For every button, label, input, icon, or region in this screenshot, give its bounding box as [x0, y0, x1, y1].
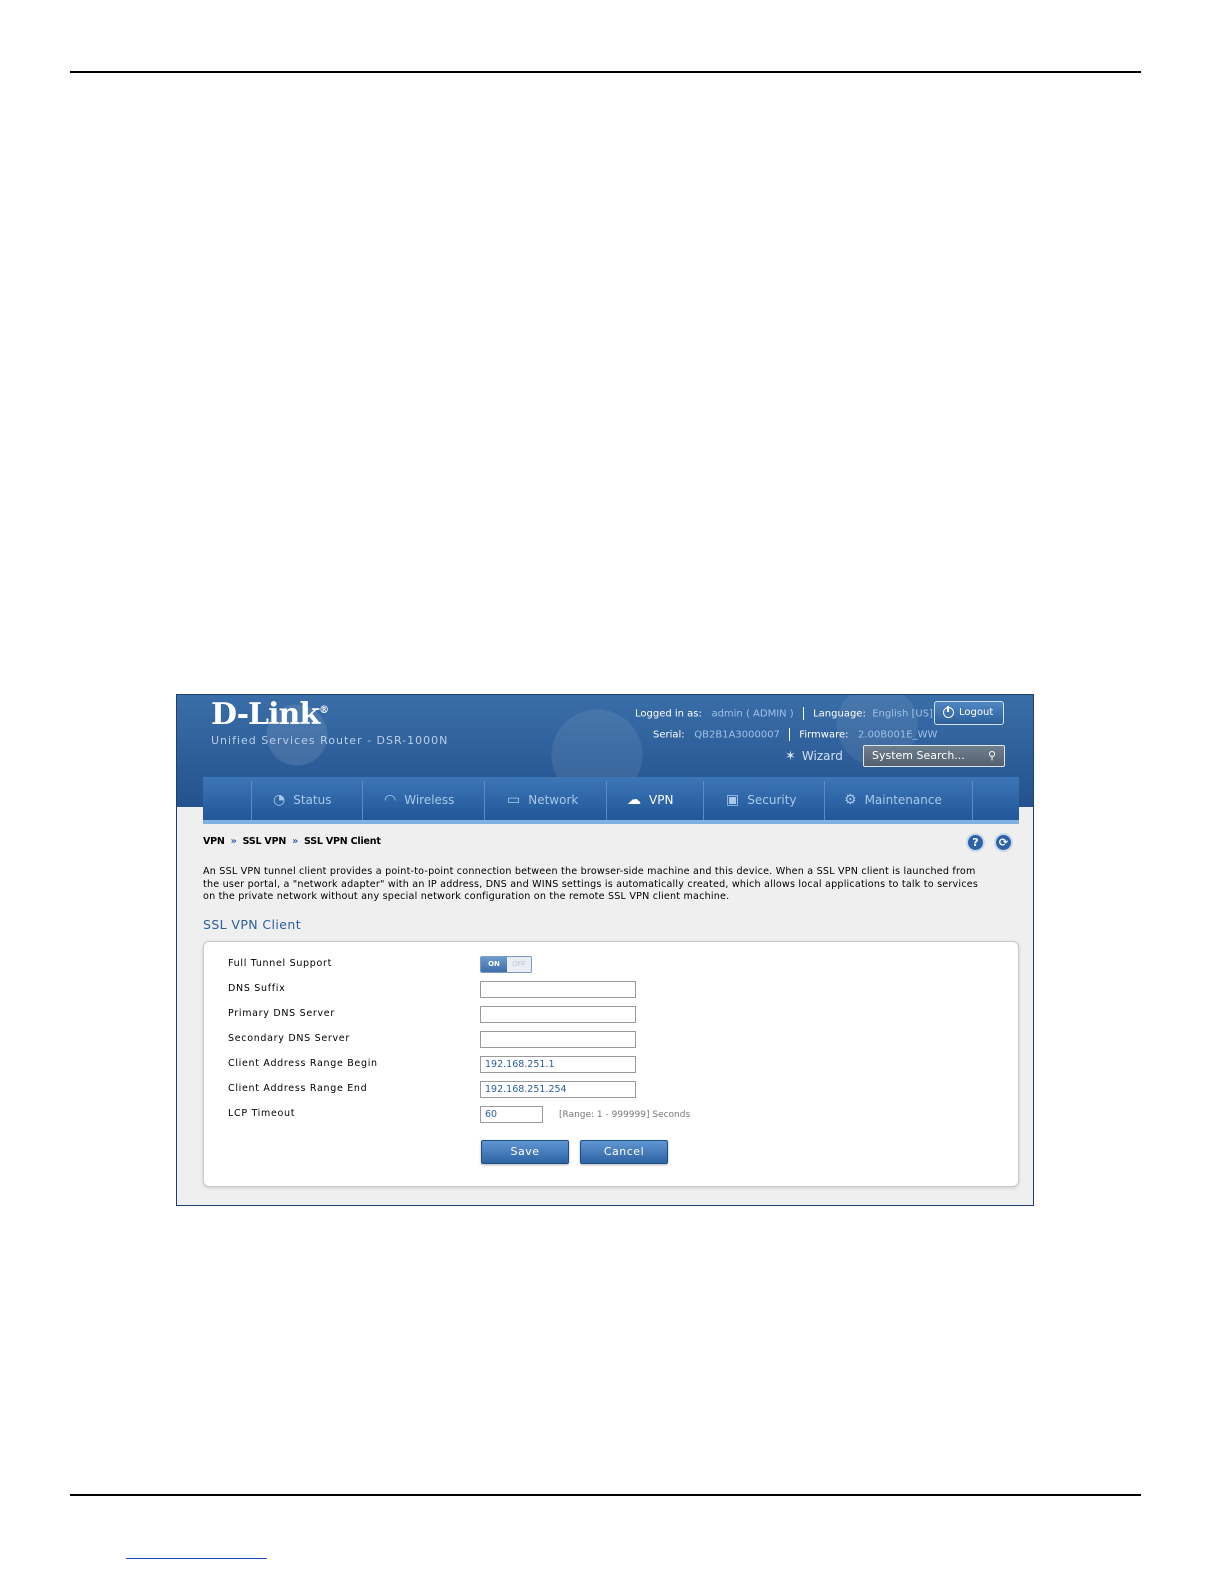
- range-begin-label: Client Address Range Begin: [228, 1058, 378, 1069]
- range-end-input[interactable]: 192.168.251.254: [480, 1081, 636, 1098]
- lcp-timeout-label: LCP Timeout: [228, 1108, 296, 1119]
- device-info: Serial: QB2B1A3000007 Firmware: 2.00B001…: [653, 728, 938, 741]
- nav-status[interactable]: ◔ Status: [273, 777, 331, 823]
- save-button[interactable]: Save: [481, 1140, 569, 1164]
- language-selector[interactable]: English [US]: [872, 709, 933, 720]
- bottom-rule: [70, 1494, 1141, 1496]
- power-icon: [943, 705, 954, 718]
- refresh-icon[interactable]: ⟳: [994, 833, 1013, 852]
- gauge-icon: ◔: [273, 792, 286, 808]
- top-rule: [70, 71, 1141, 73]
- range-begin-input[interactable]: 192.168.251.1: [480, 1056, 636, 1073]
- cancel-button[interactable]: Cancel: [580, 1140, 668, 1164]
- dns-suffix-label: DNS Suffix: [228, 983, 286, 994]
- search-icon: ⚲: [987, 749, 996, 762]
- section-title: SSL VPN Client: [203, 917, 302, 932]
- nav-network[interactable]: ▭ Network: [507, 777, 578, 823]
- breadcrumb-ssl-vpn-client: SSL VPN Client: [304, 836, 381, 847]
- full-tunnel-label: Full Tunnel Support: [228, 958, 333, 969]
- logout-button[interactable]: Logout: [934, 701, 1004, 725]
- serial-number: QB2B1A3000007: [694, 729, 780, 741]
- primary-dns-input[interactable]: [480, 1006, 636, 1023]
- dns-suffix-input[interactable]: [480, 981, 636, 998]
- breadcrumb-vpn[interactable]: VPN: [203, 836, 225, 847]
- full-tunnel-toggle[interactable]: ON OFF: [480, 956, 532, 973]
- dlink-logo: D-Link®: [211, 697, 329, 732]
- main-nav: ◔ Status ◠ Wireless ▭ Network ☁ VPN ▣ Securit…: [203, 777, 1019, 823]
- ssl-vpn-client-form: Full Tunnel Support ON OFF DNS Suffix Pr…: [203, 941, 1019, 1187]
- gears-icon: ⚙: [844, 792, 857, 808]
- breadcrumb-ssl-vpn[interactable]: SSL VPN: [243, 836, 287, 847]
- nav-maintenance[interactable]: ⚙ Maintenance: [844, 777, 942, 823]
- firmware-version: 2.00B001E_WW: [858, 729, 938, 741]
- monitor-icon: ▭: [507, 792, 521, 808]
- primary-dns-label: Primary DNS Server: [228, 1008, 335, 1019]
- secondary-dns-label: Secondary DNS Server: [228, 1033, 350, 1044]
- cloud-lock-icon: ☁: [627, 792, 641, 808]
- footer-link-underline: [126, 1558, 267, 1559]
- secondary-dns-input[interactable]: [480, 1031, 636, 1048]
- nav-wireless[interactable]: ◠ Wireless: [384, 777, 454, 823]
- nav-underline: [203, 820, 1019, 824]
- wifi-icon: ◠: [384, 792, 397, 808]
- nav-security[interactable]: ▣ Security: [726, 777, 797, 823]
- lock-icon: ▣: [726, 792, 740, 808]
- router-ui-screenshot: D-Link® Unified Services Router - DSR-10…: [176, 694, 1034, 1206]
- page-description: An SSL VPN tunnel client provides a poin…: [203, 866, 979, 902]
- breadcrumb: VPN» SSL VPN» SSL VPN Client: [203, 836, 381, 847]
- help-icon[interactable]: ?: [966, 833, 985, 852]
- wizard-link[interactable]: ✶ Wizard: [785, 749, 843, 764]
- lcp-timeout-input[interactable]: 60: [480, 1106, 543, 1123]
- magic-wand-icon: ✶: [785, 749, 796, 764]
- lcp-timeout-hint: [Range: 1 - 999999] Seconds: [559, 1110, 691, 1120]
- nav-vpn[interactable]: ☁ VPN: [627, 777, 673, 823]
- product-subtitle: Unified Services Router - DSR-1000N: [211, 734, 449, 747]
- range-end-label: Client Address Range End: [228, 1083, 368, 1094]
- login-info: Logged in as: admin ( ADMIN ) Language: …: [635, 707, 933, 720]
- logged-in-user: admin ( ADMIN ): [711, 708, 794, 720]
- system-search-input[interactable]: System Search... ⚲: [863, 745, 1005, 767]
